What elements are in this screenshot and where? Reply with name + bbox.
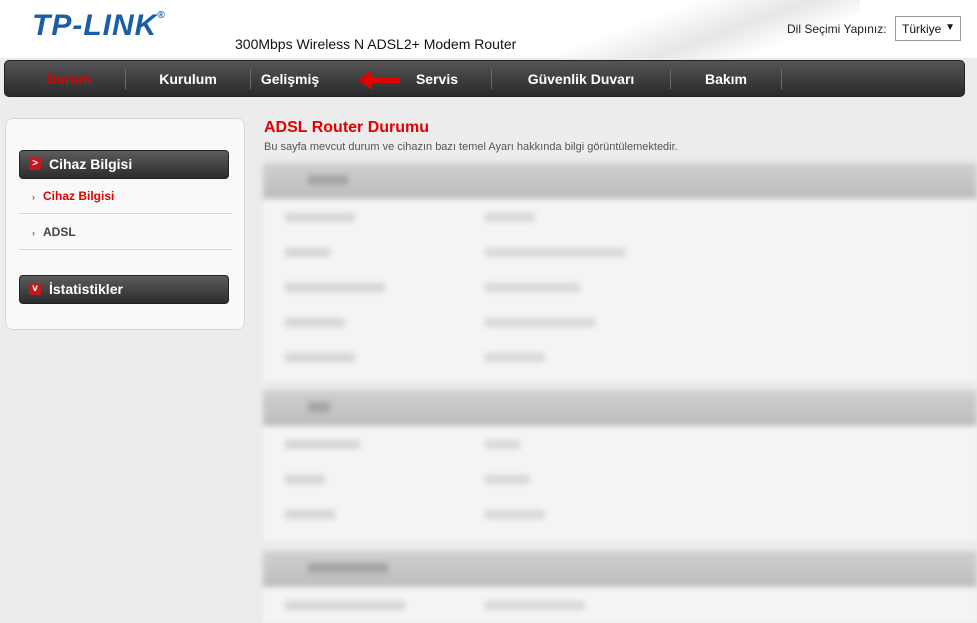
- blurred-section: [263, 163, 977, 381]
- sidebar-item-adsl[interactable]: › ADSL: [32, 225, 76, 239]
- menu-gelismis[interactable]: Gelişmiş: [251, 61, 329, 96]
- page-description: Bu sayfa mevcut durum ve cihazın bazı te…: [264, 141, 678, 153]
- page-title: ADSL Router Durumu: [264, 119, 430, 136]
- language-select-value: Türkiye: [902, 22, 942, 36]
- sidebar-item-cihaz-bilgisi[interactable]: › Cihaz Bilgisi: [32, 189, 114, 203]
- sidebar-item-label: Cihaz Bilgisi: [43, 189, 115, 203]
- menu-divider: [781, 69, 782, 89]
- sidebar-item-label: ADSL: [43, 225, 76, 239]
- sidebar-group-istatistikler[interactable]: v İstatistikler: [19, 275, 229, 304]
- menu-servis[interactable]: Servis: [405, 61, 469, 96]
- sidebar-divider: [19, 213, 232, 214]
- sidebar-group-label: İstatistikler: [49, 281, 123, 297]
- bullet-chevron-icon: ›: [32, 228, 35, 238]
- chevron-down-icon: v: [29, 283, 41, 295]
- bullet-chevron-icon: ›: [32, 192, 35, 202]
- red-arrow-icon: [358, 70, 400, 90]
- menu-bakim[interactable]: Bakım: [671, 61, 781, 96]
- header: TP-LINK® 300Mbps Wireless N ADSL2+ Modem…: [0, 0, 977, 58]
- language-select[interactable]: Türkiye ▼: [895, 16, 961, 41]
- blurred-section: [263, 551, 977, 623]
- menu-kurulum[interactable]: Kurulum: [126, 61, 250, 96]
- sidebar-group-label: Cihaz Bilgisi: [49, 156, 133, 172]
- tp-link-logo: TP-LINK®: [32, 9, 166, 42]
- main-menu: Durum Kurulum Gelişmiş Servis Güvenlik D…: [4, 60, 965, 97]
- menu-guvenlik-duvari[interactable]: Güvenlik Duvarı: [492, 61, 670, 96]
- blurred-section: [263, 390, 977, 540]
- sidebar: > Cihaz Bilgisi › Cihaz Bilgisi › ADSL v İ…: [5, 118, 245, 330]
- menu-durum[interactable]: Durum: [13, 61, 125, 96]
- dropdown-arrow-icon: ▼: [945, 22, 955, 33]
- language-label: Dil Seçimi Yapınız:: [787, 22, 887, 36]
- sidebar-divider: [19, 249, 232, 250]
- chevron-right-icon: >: [29, 158, 41, 170]
- sidebar-group-cihaz-bilgisi[interactable]: > Cihaz Bilgisi: [19, 150, 229, 179]
- model-name: 300Mbps Wireless N ADSL2+ Modem Router: [235, 36, 517, 52]
